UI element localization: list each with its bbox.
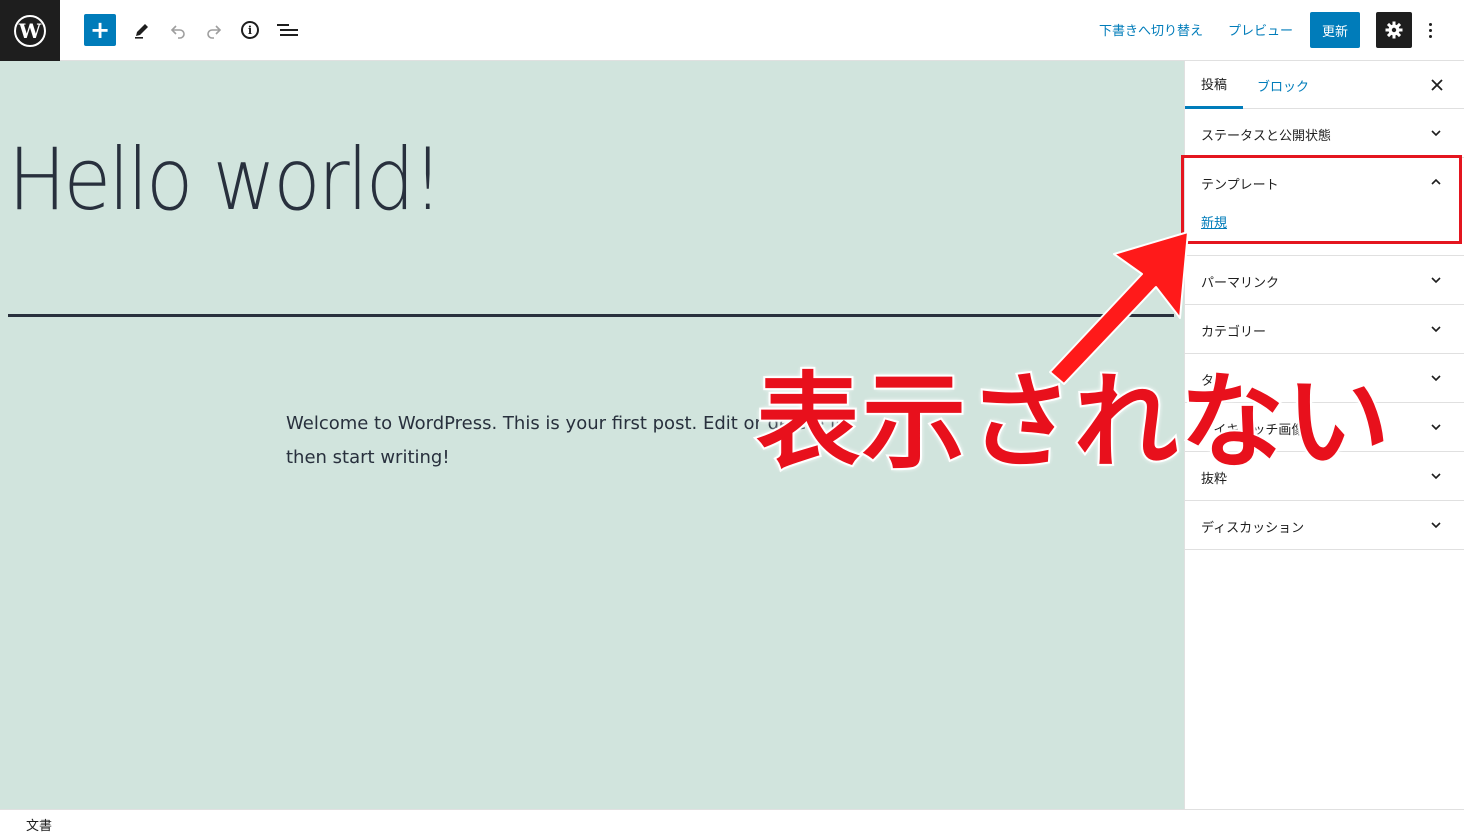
annotation-text: 表示されない	[754, 361, 1393, 483]
